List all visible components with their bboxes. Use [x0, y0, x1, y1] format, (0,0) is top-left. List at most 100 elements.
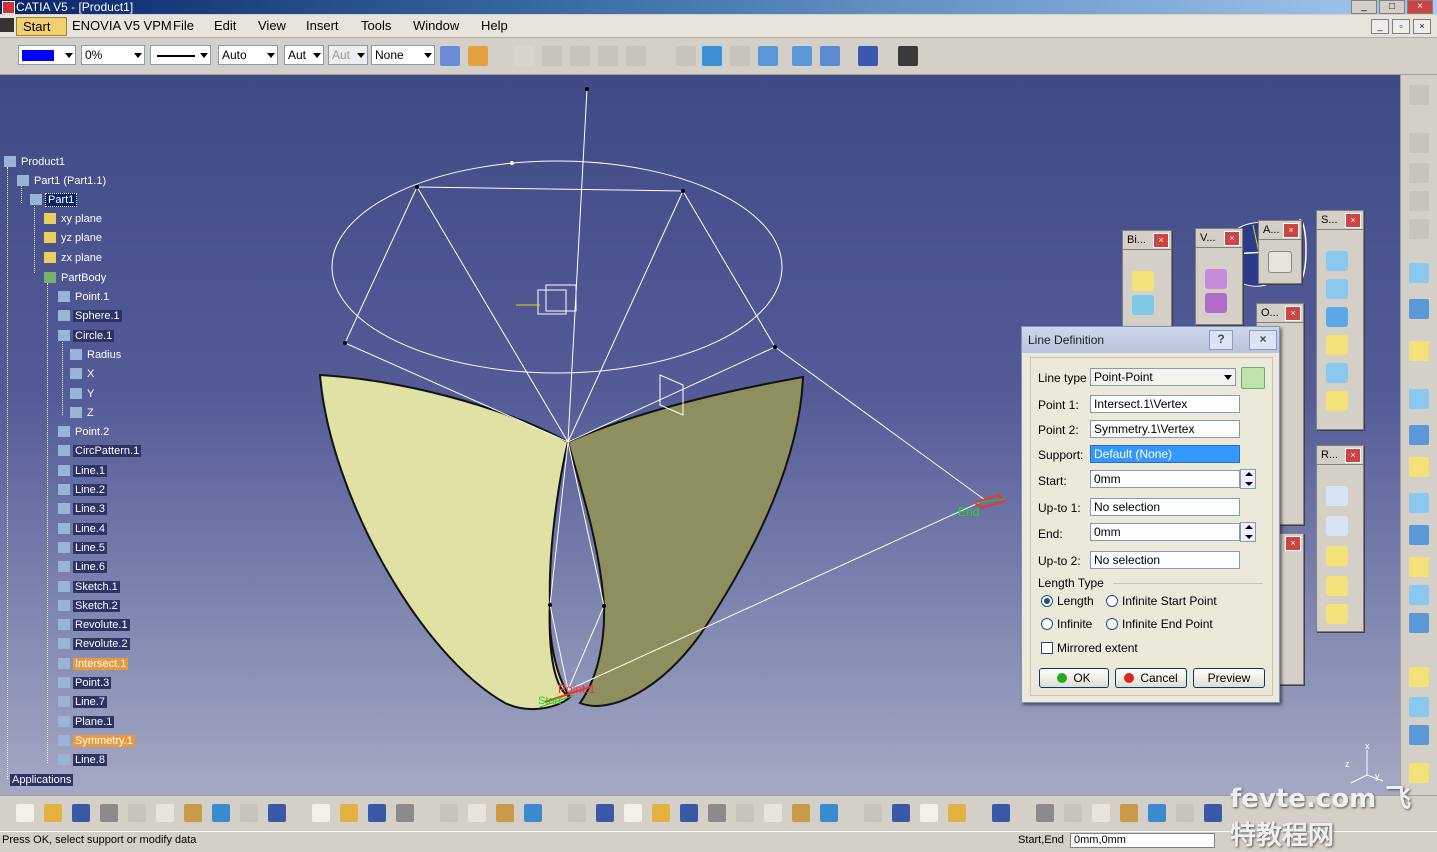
mini-2-icon[interactable] [1409, 163, 1429, 183]
length-radio[interactable] [1041, 595, 1053, 607]
toolbar-v[interactable]: V... × [1195, 228, 1243, 325]
tree-node-revolute-1[interactable]: Revolute.1 [58, 618, 130, 633]
point-symbol-combo[interactable]: Aut [284, 45, 324, 65]
extrude-surface-icon[interactable] [1326, 251, 1348, 271]
menu-insert[interactable]: Insert [306, 18, 339, 33]
vertical-axis-line[interactable] [567, 88, 588, 443]
tree-node-product1[interactable]: Product1 [4, 155, 67, 170]
properties-icon[interactable] [468, 46, 488, 66]
tree-node-point-3[interactable]: Point.3 [58, 676, 112, 691]
save-icon[interactable] [72, 804, 90, 822]
line-type-select[interactable]: Point-Point [1090, 368, 1236, 386]
sphere-surface-icon[interactable] [1326, 307, 1348, 327]
translate-icon[interactable] [1326, 486, 1348, 506]
select-icon[interactable] [1409, 263, 1429, 283]
specification-tree[interactable]: Product1 Part1 (Part1.1) Part1 xy plane yz p… [0, 75, 400, 795]
volume-2-icon[interactable] [1205, 293, 1227, 313]
tree-node-plane-1[interactable]: Plane.1 [58, 715, 115, 730]
offset-icon[interactable] [1409, 557, 1429, 577]
scaling-icon[interactable] [1326, 576, 1348, 596]
tree-node-point-2[interactable]: Point.2 [58, 425, 111, 440]
tree-node-z[interactable]: Z [70, 406, 96, 421]
comment-icon[interactable] [340, 804, 358, 822]
sheet-2-icon[interactable] [570, 46, 590, 66]
camera-icon[interactable] [992, 804, 1010, 822]
tree-icon[interactable] [440, 804, 458, 822]
toolbar-a[interactable]: A... × [1258, 220, 1302, 284]
preview-button[interactable]: Preview [1193, 668, 1265, 688]
tree-node-zx-plane[interactable]: zx plane [44, 251, 104, 266]
mini-1-icon[interactable] [1409, 133, 1429, 153]
tree-node-applications[interactable]: Applications [10, 773, 74, 788]
end-spinner[interactable] [1240, 522, 1256, 542]
analysis-bottom-icon[interactable] [920, 804, 938, 822]
upto2-field[interactable]: No selection [1090, 551, 1240, 569]
toolbar-s[interactable]: S... × [1316, 210, 1364, 430]
transparency-combo[interactable]: 0% [81, 45, 145, 65]
multi-view-icon[interactable] [736, 804, 754, 822]
dialog-help-button[interactable]: ? [1209, 330, 1233, 350]
join-icon[interactable] [1409, 667, 1429, 687]
zoom-in-icon[interactable] [652, 804, 670, 822]
plane-icon[interactable] [1409, 457, 1429, 477]
sweep-surface-icon[interactable] [1326, 363, 1348, 383]
catalog-2-icon[interactable] [1204, 804, 1222, 822]
axis-icon[interactable] [1092, 804, 1110, 822]
tree-node-sphere-1[interactable]: Sphere.1 [58, 309, 122, 324]
eraser-icon[interactable] [730, 46, 750, 66]
tree-node-circpattern-1[interactable]: CircPattern.1 [58, 444, 142, 459]
menu-enovia[interactable]: ENOVIA V5 VPM [72, 18, 172, 33]
sheet-icon[interactable] [542, 46, 562, 66]
tree-node-partbody[interactable]: PartBody [44, 271, 108, 286]
redo-icon[interactable] [240, 804, 258, 822]
affinity-icon[interactable] [1326, 604, 1348, 624]
paste-icon[interactable] [184, 804, 202, 822]
plug-icon[interactable] [948, 804, 966, 822]
fly-icon[interactable] [524, 804, 542, 822]
volume-icon[interactable] [1205, 269, 1227, 289]
measure-bottom-icon[interactable] [892, 804, 910, 822]
toolbar-a-close-icon[interactable]: × [1283, 223, 1299, 238]
tree-node-sketch-2[interactable]: Sketch.2 [58, 599, 120, 614]
infinite-start-radio[interactable] [1106, 595, 1118, 607]
menu-window[interactable]: Window [413, 18, 459, 33]
table-icon[interactable] [396, 804, 414, 822]
light-icon[interactable] [368, 804, 386, 822]
cancel-button[interactable]: Cancel [1115, 668, 1187, 688]
toolbar-bi-close-icon[interactable]: × [1153, 233, 1169, 248]
spec-tree-2-icon[interactable] [792, 46, 812, 66]
point1-field[interactable]: Intersect.1\Vertex [1090, 395, 1240, 413]
dialog-close-button[interactable]: × [1249, 330, 1277, 350]
toolbar-r-close-icon[interactable]: × [1345, 448, 1361, 463]
surface-icon[interactable] [702, 46, 722, 66]
toolbar-o-extra-close-icon[interactable]: × [1285, 536, 1301, 551]
tree-node-line-4[interactable]: Line.4 [58, 522, 107, 537]
workbench-icon[interactable] [1409, 85, 1429, 105]
swap-icon[interactable] [468, 804, 486, 822]
grid-icon[interactable] [858, 46, 878, 66]
infinite-end-radio[interactable] [1106, 618, 1118, 630]
mini-3-icon[interactable] [1409, 191, 1429, 211]
circle-icon[interactable] [1409, 585, 1429, 605]
doc-close-button[interactable]: × [1413, 19, 1431, 34]
undo-icon[interactable] [212, 804, 230, 822]
spec-tree-icon[interactable] [758, 46, 778, 66]
print-icon[interactable] [100, 804, 118, 822]
doc-minimize-button[interactable]: _ [1371, 19, 1389, 34]
cut-icon[interactable] [128, 804, 146, 822]
hand-icon[interactable] [1064, 804, 1082, 822]
intersection-icon[interactable] [1409, 525, 1429, 545]
tree-node-line-1[interactable]: Line.1 [58, 464, 107, 479]
copy-icon[interactable] [156, 804, 174, 822]
curve-icon[interactable] [676, 46, 696, 66]
extract-icon[interactable] [1132, 295, 1154, 315]
toolbar-o-close-icon[interactable]: × [1285, 306, 1301, 321]
revolve-surface-icon[interactable] [1326, 279, 1348, 299]
line-type-lock-icon[interactable] [1241, 367, 1265, 389]
close-button[interactable]: × [1407, 0, 1433, 14]
support-field[interactable]: Default (None) [1090, 445, 1240, 463]
projection-icon[interactable] [1409, 493, 1429, 513]
zoom-out-icon[interactable] [680, 804, 698, 822]
line-icon[interactable] [1409, 425, 1429, 445]
boundary-icon[interactable] [1132, 271, 1154, 291]
